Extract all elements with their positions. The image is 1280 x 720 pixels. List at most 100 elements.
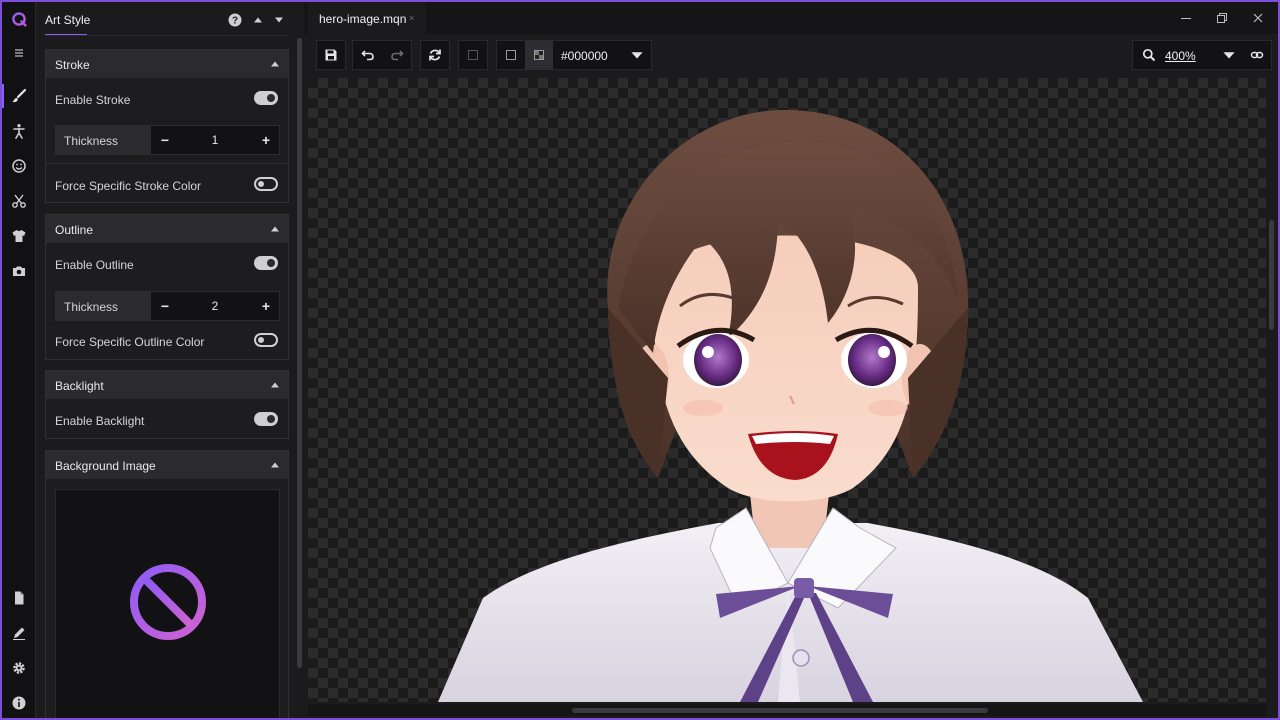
tab-close-button[interactable]: × (409, 13, 414, 23)
brush-icon (12, 88, 27, 103)
stroke-thickness-decrement[interactable]: − (151, 126, 179, 154)
canvas-vertical-scrollbar[interactable] (1269, 220, 1274, 330)
restore-button[interactable] (1214, 10, 1230, 26)
link-zoom-button[interactable] (1243, 41, 1271, 69)
caret-down-icon (1223, 52, 1235, 59)
canvas-toolbar: #000000 400% (304, 34, 1278, 76)
menu-icon (15, 49, 23, 57)
restore-icon (1217, 13, 1227, 23)
save-icon (325, 49, 337, 61)
stroke-section-header[interactable]: Stroke (46, 50, 288, 78)
enable-backlight-toggle[interactable] (254, 412, 278, 426)
force-stroke-color-row: Force Specific Stroke Color (46, 166, 288, 202)
selection-icon (468, 50, 478, 60)
force-outline-color-toggle[interactable] (254, 333, 278, 347)
rail-settings-button[interactable] (2, 652, 36, 684)
rail-cut-button[interactable] (2, 185, 36, 217)
pen-icon (13, 627, 25, 640)
rail-art-style-button[interactable] (2, 80, 36, 112)
art-style-panel: Art Style ? Stroke Enable Stroke Thickne… (37, 2, 293, 718)
zoom-dropdown-button[interactable] (1215, 41, 1243, 69)
background-image-section-title: Background Image (55, 459, 156, 473)
enable-stroke-row: Enable Stroke (46, 80, 288, 116)
background-image-section-header[interactable]: Background Image (46, 451, 288, 479)
collapse-chevron-icon (271, 382, 279, 388)
caret-down-icon (631, 52, 643, 59)
caret-up-icon (254, 17, 262, 23)
outline-section-header[interactable]: Outline (46, 215, 288, 243)
rail-face-button[interactable] (2, 150, 36, 182)
tab-hero-image[interactable]: hero-image.mqn × (308, 2, 426, 34)
collapse-chevron-icon (271, 226, 279, 232)
force-stroke-color-toggle[interactable] (254, 177, 278, 191)
close-icon (1253, 13, 1263, 23)
stroke-thickness-stepper: Thickness − 1 + (55, 125, 280, 155)
outline-thickness-increment[interactable]: + (252, 292, 280, 320)
backlight-section-title: Backlight (55, 379, 104, 393)
rail-outfit-button[interactable] (2, 220, 36, 252)
outline-thickness-value[interactable]: 2 (184, 292, 246, 320)
rail-camera-button[interactable] (2, 255, 36, 287)
undo-button[interactable] (354, 41, 382, 69)
enable-backlight-label: Enable Backlight (55, 414, 145, 428)
tool-rail (2, 2, 36, 718)
history-group (352, 40, 412, 70)
color-hex-value[interactable]: #000000 (561, 49, 608, 63)
help-button[interactable]: ? (227, 12, 243, 28)
link-icon (1250, 51, 1264, 59)
crop-group (458, 40, 488, 70)
canvas-horizontal-scrollbar[interactable] (572, 708, 988, 713)
redo-icon (391, 50, 404, 61)
panel-scrollbar[interactable] (297, 38, 302, 668)
redo-button[interactable] (383, 41, 411, 69)
face-icon (12, 159, 26, 173)
render-canvas[interactable] (308, 78, 1266, 702)
stroke-section-title: Stroke (55, 58, 90, 72)
rail-file-button[interactable] (2, 582, 36, 614)
rail-edit-button[interactable] (2, 617, 36, 649)
canvas-horizontal-scroll-track (308, 704, 1266, 716)
minimize-button[interactable] (1178, 10, 1194, 26)
save-button[interactable] (317, 41, 345, 69)
panel-move-down-button[interactable] (271, 12, 287, 28)
refresh-icon (429, 49, 441, 61)
color-dropdown-button[interactable] (623, 41, 651, 69)
stroke-thickness-value[interactable]: 1 (184, 126, 246, 154)
transparent-bg-button[interactable] (525, 41, 553, 69)
caret-down-icon (275, 17, 283, 23)
stroke-thickness-increment[interactable]: + (252, 126, 280, 154)
solid-bg-button[interactable] (497, 41, 525, 69)
collapse-chevron-icon (271, 462, 279, 468)
refresh-group (420, 40, 450, 70)
selection-button[interactable] (459, 41, 487, 69)
solid-square-icon (506, 50, 516, 60)
panel-header: Art Style ? (45, 10, 289, 36)
rail-menu-button[interactable] (2, 37, 36, 69)
backlight-section-header[interactable]: Backlight (46, 371, 288, 399)
panel-title: Art Style (45, 13, 91, 27)
scissors-icon (12, 194, 26, 208)
enable-outline-toggle[interactable] (254, 256, 278, 270)
checker-square-icon (534, 50, 544, 60)
enable-outline-label: Enable Outline (55, 258, 134, 272)
rail-pose-button[interactable] (2, 115, 36, 147)
zoom-button[interactable] (1135, 41, 1163, 69)
panel-divider (45, 35, 289, 36)
enable-stroke-toggle[interactable] (254, 91, 278, 105)
outline-section: Outline Enable Outline Thickness − 2 + F… (45, 214, 289, 360)
panel-move-up-button[interactable] (250, 12, 266, 28)
outline-thickness-decrement[interactable]: − (151, 292, 179, 320)
magnifier-icon (1142, 48, 1156, 62)
enable-stroke-label: Enable Stroke (55, 93, 131, 107)
background-image-picker[interactable] (55, 489, 280, 718)
zoom-value[interactable]: 400% (1165, 49, 1196, 63)
close-window-button[interactable] (1250, 10, 1266, 26)
background-image-section: Background Image (45, 450, 289, 718)
backlight-section: Backlight Enable Backlight (45, 370, 289, 439)
tab-bar: hero-image.mqn × (304, 2, 1278, 34)
refresh-button[interactable] (421, 41, 449, 69)
rail-info-button[interactable] (2, 687, 36, 718)
outline-thickness-stepper: Thickness − 2 + (55, 291, 280, 321)
app-window: Art Style ? Stroke Enable Stroke Thickne… (0, 0, 1280, 720)
info-icon (12, 696, 26, 710)
